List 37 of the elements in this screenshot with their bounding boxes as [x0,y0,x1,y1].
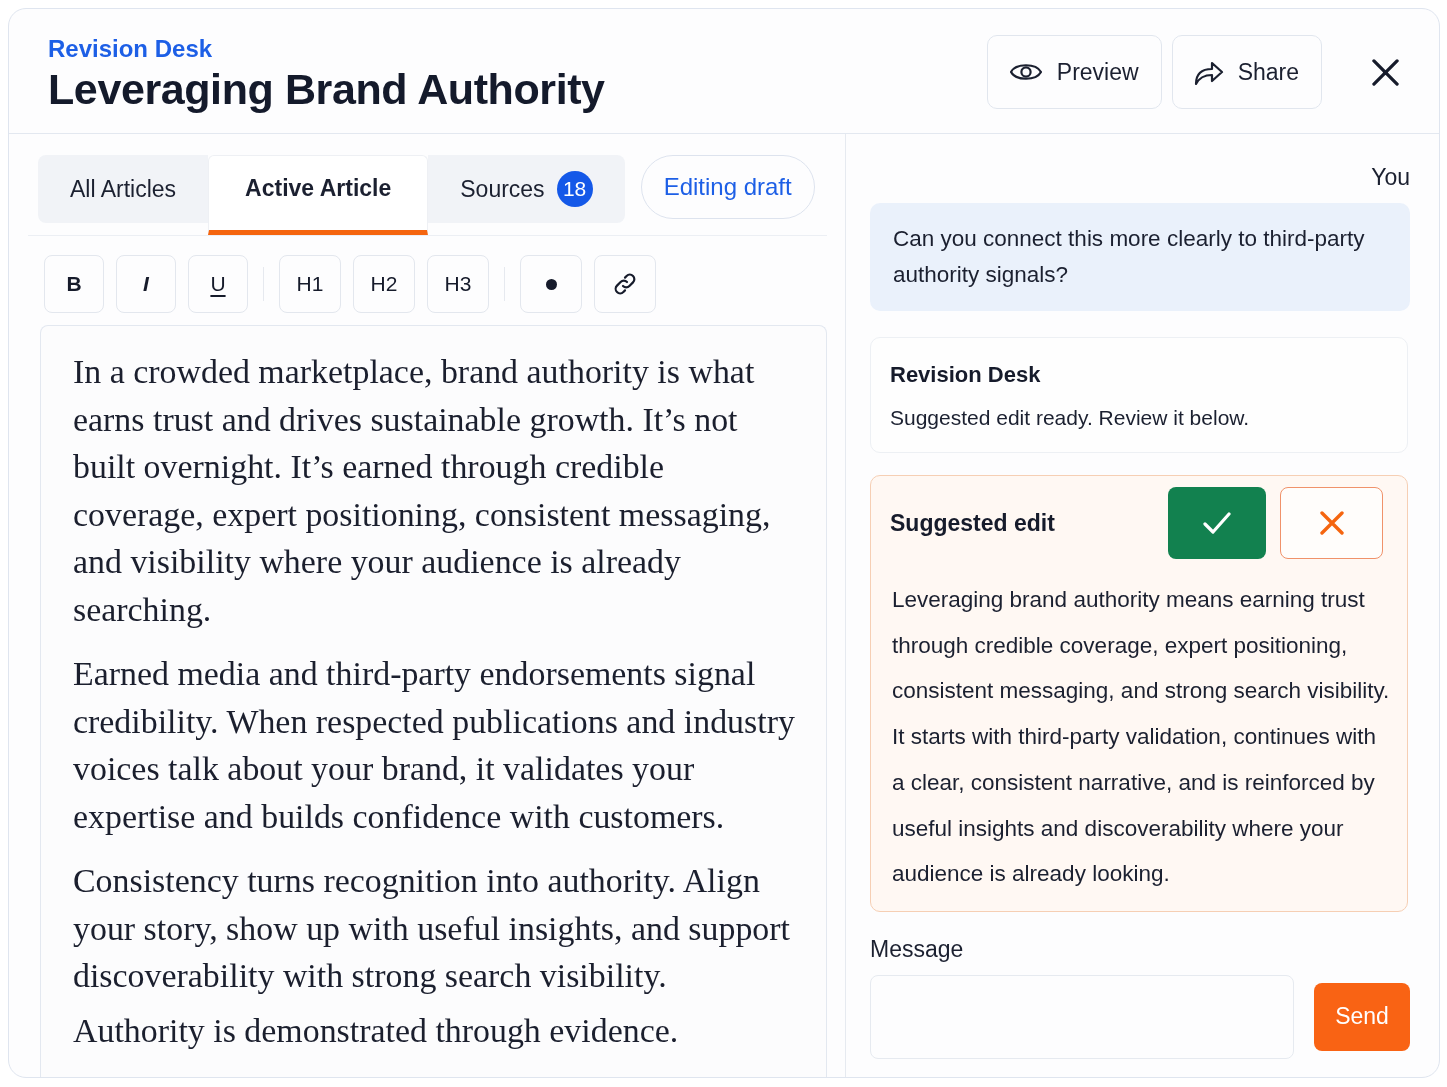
message-author: Revision Desk [890,362,1042,388]
field-label: Message [870,935,965,963]
text-editor[interactable] [40,325,827,1077]
share-button[interactable]: Share [1171,35,1322,109]
heading-button[interactable]: H1 [279,255,341,313]
card-title: Suggested edit [890,509,1056,537]
message-author: You [1371,164,1410,191]
link-icon [613,272,637,296]
tab[interactable]: Sources 18 [428,155,625,223]
article-title: Leveraging Brand Authority [48,64,605,114]
heading-button[interactable]: H2 [353,255,415,313]
tab[interactable]: Active Article [208,155,429,235]
paragraph: Consistency turns recognition into authority. Align your story, show up with useful insights, and support discoverability with strong search visibility. [73,861,791,996]
share-arrow-icon [1193,59,1224,85]
accept-button[interactable] [1168,487,1266,559]
format-button[interactable]: B [44,255,104,313]
format-button[interactable]: I [116,255,176,313]
status-pill: Editing draft [640,155,815,219]
dot-icon [545,278,557,290]
message-text: Suggested edit ready. Review it below. [890,406,1251,430]
bullet-list-button[interactable] [520,255,582,313]
preview-button[interactable]: Preview [986,35,1162,109]
close-icon[interactable] [1372,58,1399,86]
check-icon [1203,512,1231,534]
heading-button[interactable]: H3 [427,255,489,313]
paragraph: Earned media and third-party endorsements signal credibility. When respected publications and industry voices talk about your brand, it validates your expertise and builds confidence with customers. [73,654,796,837]
suggested-text: Leveraging brand authority means earning trust through credible coverage, expert positioning, consistent messaging, and strong search visibility. It starts with third-party validation, continues with a clear, consistent narrative, and is reinforced by useful insights and discoverability where your audience is already looking. [892,586,1391,889]
paragraph: Authority is demonstrated through evidence. [73,1010,680,1051]
count-badge: 18 [556,171,593,207]
paragraph: In a crowded marketplace, brand authority is what earns trust and drives sustainable growth. It’s not built overnight. It’s earned through credible coverage, expert positioning, consistent messaging, and visibility where your audience is already searching. [73,352,772,630]
app-name: Revision Desk [48,34,214,63]
close-icon [1319,511,1344,535]
reject-button[interactable] [1280,487,1383,559]
user-message-bubble: Can you connect this more clearly to third-party authority signals? [870,203,1410,311]
format-button[interactable]: U [188,255,248,313]
tab[interactable]: All Articles [38,155,209,223]
link-button[interactable] [594,255,656,313]
